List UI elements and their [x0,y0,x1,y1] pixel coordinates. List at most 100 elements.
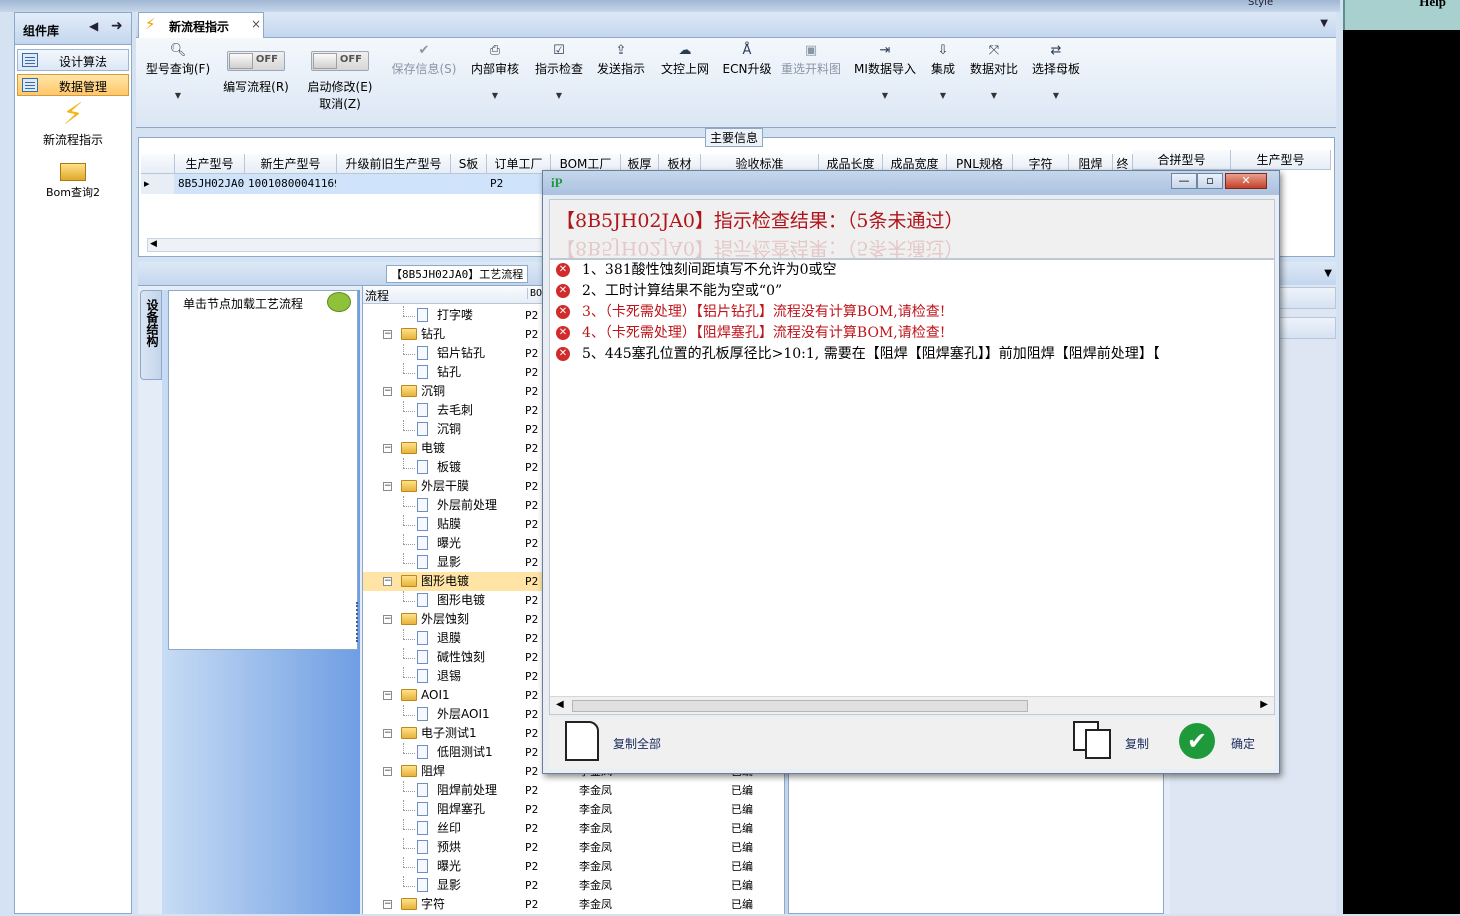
cell-model[interactable]: 8B5JH02JA0 [175,174,245,194]
error-text: 4、（卡死需处理）【阻焊塞孔】流程没有计算BOM,请检查! [582,325,946,341]
tree-line [403,838,404,848]
collapse-toggle-icon[interactable]: − [383,577,392,586]
sidebar-item-label: 数据管理 [58,80,107,94]
tree-node-status: 已编 [731,898,753,911]
cell-new-model[interactable]: 10010800041169 [245,174,337,194]
sidebar-item-data-management[interactable]: 数据管理 [17,74,129,96]
copy-icon[interactable] [1073,721,1113,761]
integrate-button[interactable]: ⇩ 集成 ▼ [926,42,960,100]
tab-new-process[interactable]: ⚡ 新流程指示 × [138,12,264,38]
toggle-switch[interactable]: OFF [227,51,285,71]
sidebar-item-design-algorithm[interactable]: 设计算法 [17,49,129,71]
send-instruction-button[interactable]: ⇪ 发送指示 [594,42,648,77]
ok-button[interactable]: 确定 [1231,735,1255,752]
tree-node-author: 李金凤 [579,822,612,835]
collapse-left-icon[interactable]: ◀ [89,19,98,33]
collapse-toggle-icon[interactable]: − [383,729,392,738]
desktop-background [1343,30,1460,914]
horizontal-scrollbar[interactable]: ◀ [147,238,543,252]
scroll-left-icon[interactable]: ◀ [556,699,564,710]
column-header[interactable]: 生产型号 [175,154,245,174]
collapse-toggle-icon[interactable]: − [383,767,392,776]
cell-empty[interactable] [337,174,451,194]
collapse-toggle-icon[interactable]: − [383,691,392,700]
tree-node-factory: P2 [525,404,539,417]
document-icon [417,802,428,816]
dialog-titlebar[interactable]: iP — ▫ ✕ [543,171,1279,195]
column-header[interactable]: 升级前旧生产型号 [337,154,451,174]
collapse-toggle-icon[interactable]: − [383,482,392,491]
tree-node-status: 已编 [731,822,753,835]
column-header[interactable]: S板 [451,154,487,174]
tree-node-step[interactable]: 阻焊塞孔 P2 李金凤 已编 [363,800,787,819]
tree-node-group[interactable]: − 字符 P2 李金凤 已编 [363,895,787,914]
cancel-label[interactable]: 取消(Z) [302,95,378,112]
copy-button[interactable]: 复制 [1125,735,1149,752]
doc-control-online-button[interactable]: ☁ 文控上网 [658,42,712,77]
tree-node-step[interactable]: 预烘 P2 李金凤 已编 [363,838,787,857]
internal-review-button[interactable]: ⎙ 内部审核 ▼ [468,42,522,100]
checkmark-icon[interactable]: ✔ [1179,723,1215,759]
tree-node-step[interactable]: 显影 P2 李金凤 已编 [363,876,787,895]
tree-line [403,743,404,753]
mi-import-button[interactable]: ⇥ MI数据导入 ▼ [852,42,918,100]
folder-icon [401,727,417,739]
tree-node-label: 外层蚀刻 [421,612,470,626]
tree-node-label: 贴膜 [437,517,462,531]
horizontal-scrollbar[interactable]: ◀ ▶ [550,696,1274,714]
shortcut-bom-query[interactable]: Bom查询2 [35,159,111,205]
write-process-toggle[interactable]: OFF 编写流程(R) [218,42,294,95]
folder-open-icon [58,161,88,181]
collapse-toggle-icon[interactable]: − [383,615,392,624]
chevron-down-icon[interactable]: ▼ [1320,18,1328,29]
collapse-toggle-icon[interactable]: − [383,387,392,396]
data-compare-button[interactable]: ⤧ 数据对比 ▼ [966,42,1022,100]
chevron-down-icon[interactable]: ▼ [1324,268,1332,279]
tree-node-step[interactable]: 丝印 P2 李金凤 已编 [363,819,787,838]
folder-icon [401,613,417,625]
column-header[interactable]: 合拼型号 [1133,150,1231,170]
minimize-icon[interactable]: — [1171,173,1197,189]
tree-node-factory: P2 [525,423,539,436]
tree-node-step[interactable]: 曝光 P2 李金凤 已编 [363,857,787,876]
reselect-cutting-button[interactable]: ▣ 重选开料图 [778,42,844,77]
row-indicator[interactable]: ▸ [141,174,175,194]
model-query-button[interactable]: 🔍︎ 型号查询(F) ▼ [142,42,214,100]
pin-icon[interactable]: ➜ [111,18,123,34]
equipment-structure-tab[interactable]: 设备结构 [140,290,162,380]
help-box[interactable]: Help [1343,0,1460,30]
close-icon[interactable]: ✕ [1225,173,1267,189]
scroll-right-icon[interactable]: ▶ [1260,699,1268,710]
collapse-toggle-icon[interactable]: − [383,444,392,453]
select-motherboard-button[interactable]: ⇄ 选择母板 ▼ [1028,42,1084,100]
style-menu[interactable]: Style [1248,0,1273,8]
toggle-switch[interactable]: OFF [311,51,369,71]
scroll-thumb[interactable] [572,700,1028,712]
start-modify-toggle[interactable]: OFF 启动修改(E) 取消(Z) [302,42,378,112]
tree-node-label: 外层AOI1 [437,707,490,721]
document-icon[interactable] [565,721,599,761]
collapse-toggle-icon[interactable]: − [383,330,392,339]
document-icon [417,878,428,892]
close-icon[interactable]: × [251,17,261,31]
cell-empty[interactable] [451,174,487,194]
tree-node-step[interactable]: 阻焊前处理 P2 李金凤 已编 [363,781,787,800]
tree-line [403,458,404,468]
tree-node-factory: P2 [525,765,539,778]
instruction-check-button[interactable]: ☑ 指示检查 ▼ [532,42,586,100]
column-header[interactable]: 流程 [365,287,389,304]
scroll-left-icon[interactable]: ◀ [150,239,157,249]
column-header[interactable]: 生产型号 [1231,150,1331,170]
shortcut-new-process[interactable]: ⚡ 新流程指示 [35,99,111,151]
maximize-icon[interactable]: ▫ [1197,173,1223,189]
lightning-icon: ⚡ [145,15,156,33]
save-info-button[interactable]: ✔ 保存信息(S) [386,42,462,77]
cell-order-factory[interactable]: P2 [487,174,543,194]
collapse-toggle-icon[interactable]: − [383,900,392,909]
tree-node-factory: P2 [525,613,539,626]
error-text: 5、445塞孔位置的孔板厚径比>10:1, 需要在【阻焊【阻焊塞孔】】前加阻焊【… [582,346,1160,362]
column-header[interactable]: 新生产型号 [245,154,337,174]
copy-all-button[interactable]: 复制全部 [613,735,661,752]
tree-node-label: 阻焊塞孔 [437,802,486,816]
ecn-upgrade-button[interactable]: Å ECN升级 [720,42,774,77]
